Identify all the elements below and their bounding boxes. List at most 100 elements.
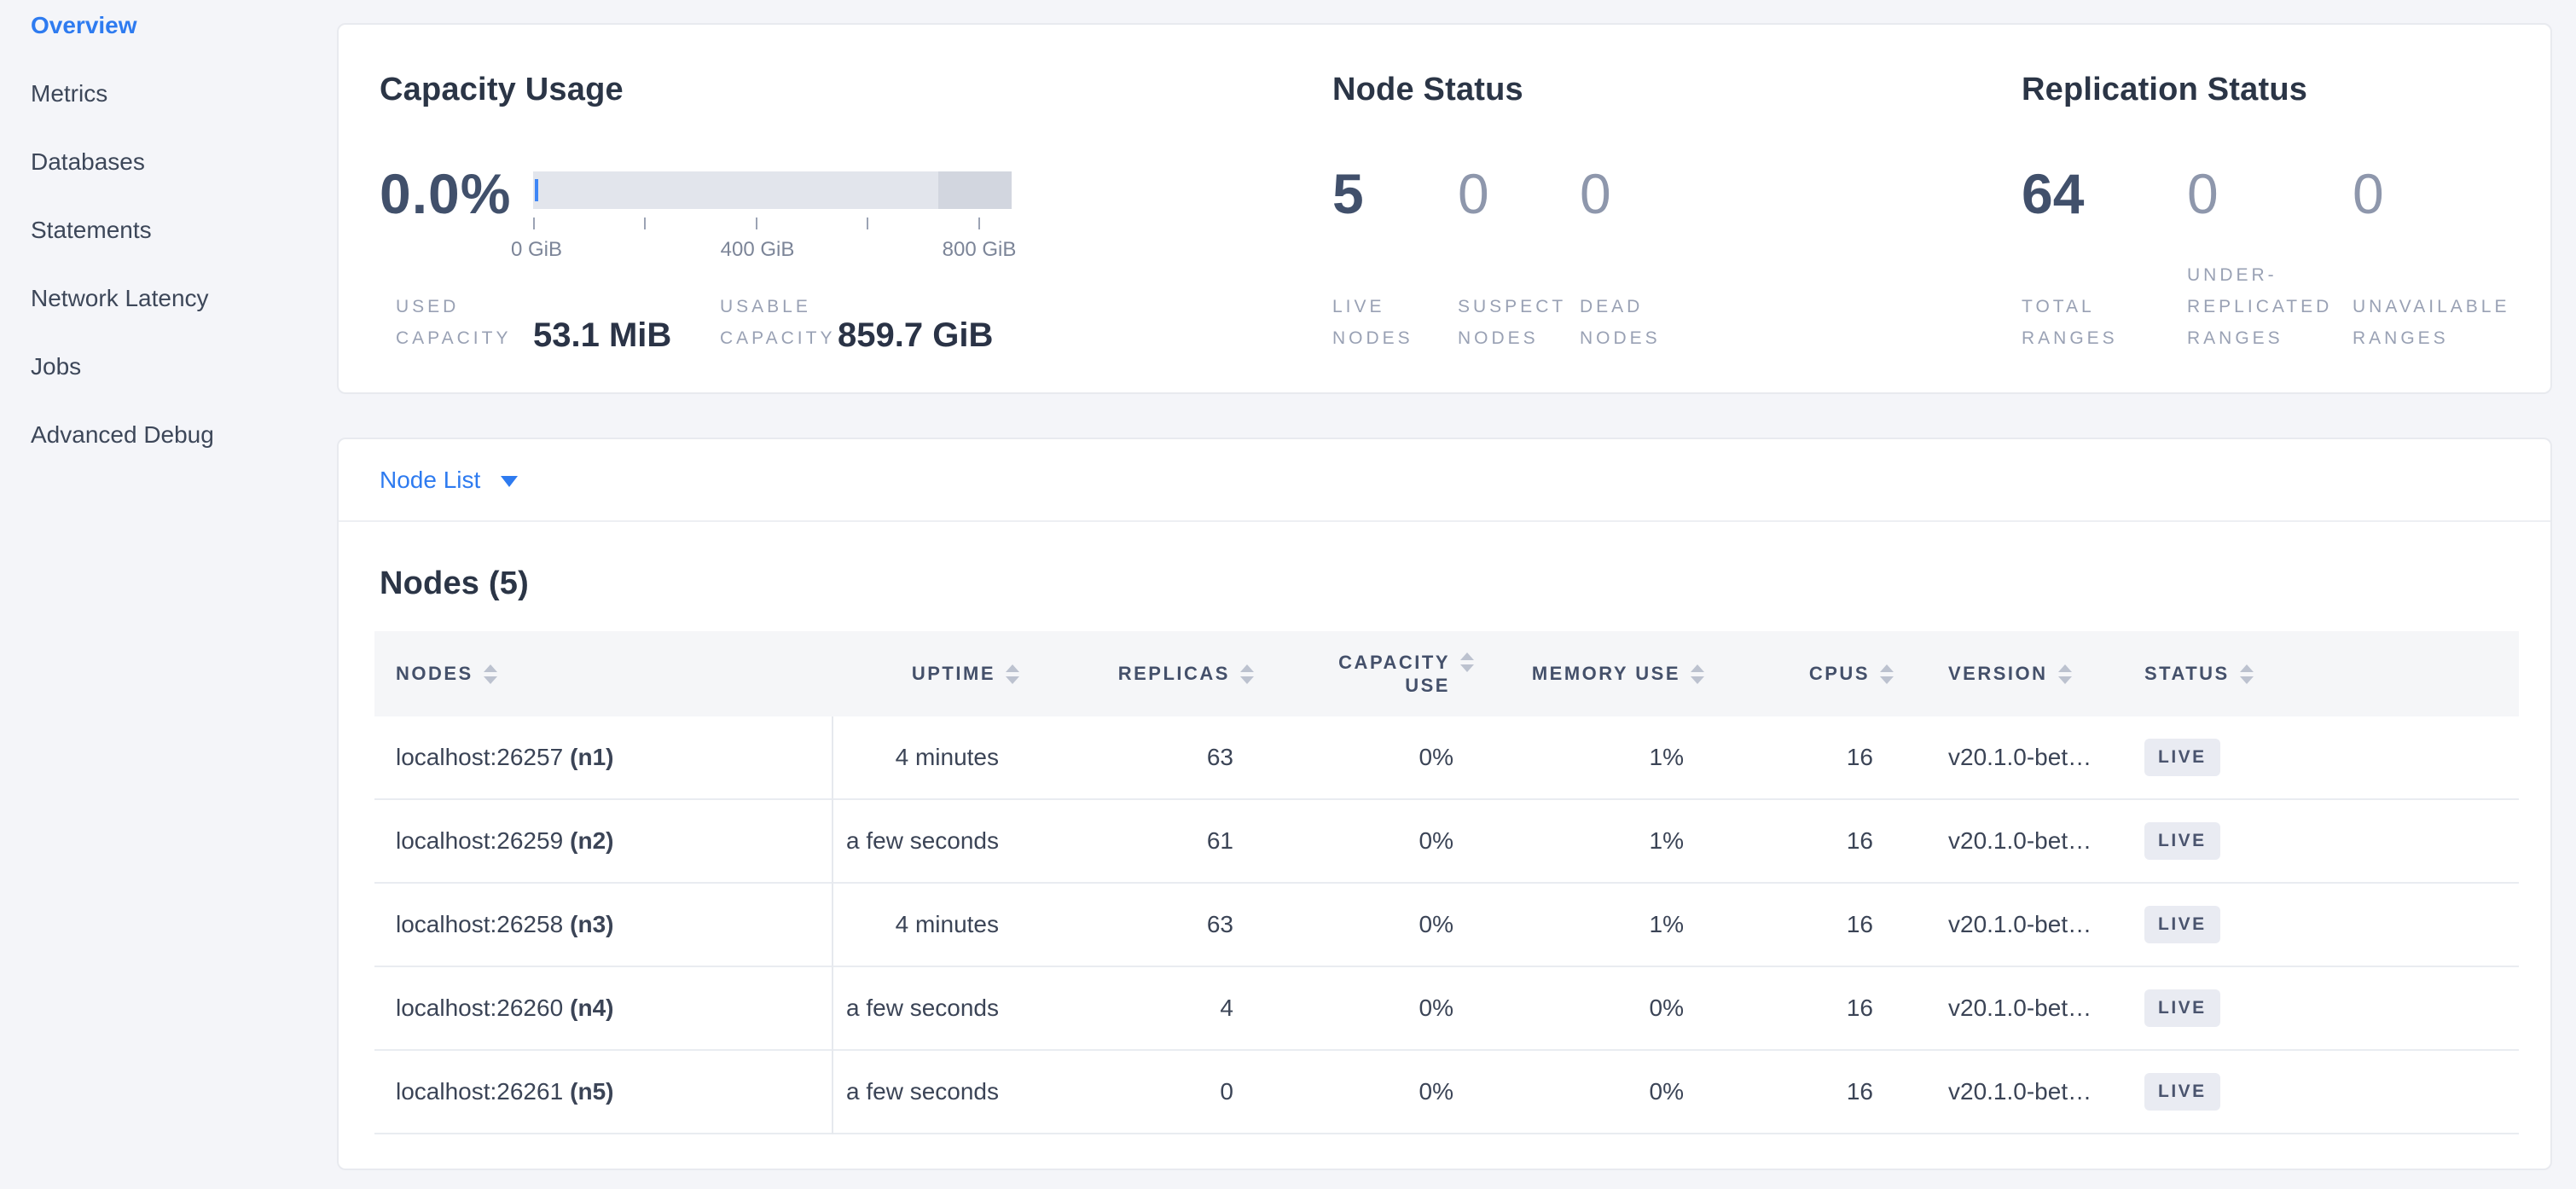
column-header-cpus[interactable]: CPUS [1704, 631, 1894, 716]
column-header-capacity-use[interactable]: CAPACITY USE [1254, 631, 1474, 716]
replicas-cell: 63 [1019, 744, 1254, 771]
column-header-memory-use[interactable]: MEMORY USE [1474, 631, 1704, 716]
node-list-selector-row: Node List [339, 439, 2550, 522]
status-badge: LIVE [2144, 822, 2220, 860]
replication-status-title: Replication Status [2022, 72, 2307, 108]
suspect-nodes-count: 0 [1458, 161, 1489, 226]
uptime-cell: a few seconds [832, 827, 1019, 855]
sidebar-item-metrics[interactable]: Metrics [0, 60, 334, 128]
capacity-usage-bar [533, 171, 1012, 209]
node-list-card: Node List Nodes (5) NODES UPTIME REPLICA… [337, 438, 2552, 1170]
column-header-status[interactable]: STATUS [2132, 631, 2519, 716]
column-header-replicas[interactable]: REPLICAS [1019, 631, 1254, 716]
status-cell: LIVE [2132, 1073, 2519, 1111]
live-nodes-count: 5 [1332, 161, 1364, 226]
column-header-version[interactable]: VERSION [1894, 631, 2132, 716]
sort-icon [2240, 664, 2254, 684]
used-capacity-value: 53.1 MiB [533, 316, 671, 355]
column-header-label: VERSION [1948, 663, 2048, 685]
axis-tick [756, 218, 757, 229]
sort-icon [1240, 664, 1254, 684]
sidebar-item-jobs[interactable]: Jobs [0, 333, 334, 401]
usable-capacity-label: USABLE CAPACITY [720, 291, 835, 354]
status-badge: LIVE [2144, 1073, 2220, 1111]
uptime-cell: 4 minutes [832, 744, 1019, 771]
live-nodes-label: LIVE NODES [1332, 291, 1413, 354]
sidebar-item-statements[interactable]: Statements [0, 196, 334, 264]
capacity-use-cell: 0% [1254, 827, 1474, 855]
memory-use-cell: 0% [1474, 995, 1704, 1022]
sort-icon [1006, 664, 1019, 684]
status-cell: LIVE [2132, 822, 2519, 860]
axis-tick [978, 218, 980, 229]
sidebar-item-databases[interactable]: Databases [0, 128, 334, 196]
table-row[interactable]: localhost:26257(n1) 4 minutes 63 0% 1% 1… [374, 716, 2519, 800]
column-header-label: REPLICAS [1118, 663, 1230, 685]
chevron-down-icon [501, 476, 518, 487]
sort-icon [2058, 664, 2072, 684]
version-cell: v20.1.0-bet… [1894, 1078, 2132, 1105]
table-row[interactable]: localhost:26261(n5) a few seconds 0 0% 0… [374, 1051, 2519, 1134]
cpus-cell: 16 [1704, 995, 1894, 1022]
nodes-column-divider [832, 716, 833, 1134]
column-header-label: CPUS [1809, 663, 1870, 685]
capacity-use-cell: 0% [1254, 744, 1474, 771]
sidebar-item-overview[interactable]: Overview [0, 0, 334, 60]
sort-icon [1691, 664, 1704, 684]
axis-tick-label: 0 GiB [511, 238, 562, 262]
column-header-label: CAPACITY USE [1338, 651, 1450, 697]
dead-nodes-label: DEAD NODES [1580, 291, 1661, 354]
column-header-uptime[interactable]: UPTIME [832, 631, 1019, 716]
under-replicated-ranges-label: UNDER- REPLICATED RANGES [2187, 259, 2332, 354]
column-header-label: MEMORY USE [1532, 663, 1680, 685]
replicas-cell: 0 [1019, 1078, 1254, 1105]
table-row[interactable]: localhost:26258(n3) 4 minutes 63 0% 1% 1… [374, 884, 2519, 967]
replicas-cell: 4 [1019, 995, 1254, 1022]
memory-use-cell: 1% [1474, 744, 1704, 771]
capacity-used-percent: 0.0% [380, 161, 511, 226]
capacity-use-cell: 0% [1254, 911, 1474, 938]
sidebar-item-network-latency[interactable]: Network Latency [0, 264, 334, 333]
version-cell: v20.1.0-bet… [1894, 744, 2132, 771]
table-row[interactable]: localhost:26260(n4) a few seconds 4 0% 0… [374, 967, 2519, 1051]
node-status-title: Node Status [1332, 72, 1523, 108]
status-badge: LIVE [2144, 906, 2220, 943]
axis-tick [533, 218, 535, 229]
memory-use-cell: 0% [1474, 1078, 1704, 1105]
table-row[interactable]: localhost:26259(n2) a few seconds 61 0% … [374, 800, 2519, 884]
axis-tick [867, 218, 868, 229]
column-header-label: UPTIME [912, 663, 995, 685]
version-cell: v20.1.0-bet… [1894, 995, 2132, 1022]
sort-icon [484, 664, 497, 684]
column-header-nodes[interactable]: NODES [374, 631, 832, 716]
sort-icon [1460, 652, 1474, 672]
column-header-label: NODES [396, 663, 473, 685]
memory-use-cell: 1% [1474, 911, 1704, 938]
capacity-usage-title: Capacity Usage [380, 72, 624, 108]
under-replicated-ranges-count: 0 [2187, 161, 2219, 226]
unavailable-ranges-label: UNAVAILABLE RANGES [2353, 291, 2509, 354]
sort-icon [1880, 664, 1894, 684]
dead-nodes-count: 0 [1580, 161, 1611, 226]
replicas-cell: 61 [1019, 827, 1254, 855]
status-cell: LIVE [2132, 906, 2519, 943]
capacity-bar-reserved-segment [938, 171, 1012, 209]
sidebar-item-advanced-debug[interactable]: Advanced Debug [0, 401, 334, 469]
node-list-dropdown[interactable]: Node List [380, 467, 518, 494]
total-ranges-label: TOTAL RANGES [2022, 291, 2118, 354]
status-badge: LIVE [2144, 739, 2220, 776]
capacity-use-cell: 0% [1254, 1078, 1474, 1105]
node-address-cell: localhost:26258(n3) [374, 911, 832, 938]
nodes-heading: Nodes (5) [380, 566, 529, 602]
total-ranges-count: 64 [2022, 161, 2084, 226]
cpus-cell: 16 [1704, 827, 1894, 855]
nodes-table-header: NODES UPTIME REPLICAS CAPACITY USE MEMOR… [374, 631, 2519, 716]
unavailable-ranges-count: 0 [2353, 161, 2384, 226]
cluster-summary-card: Capacity Usage 0.0% 0 GiB 400 GiB 800 Gi… [337, 23, 2552, 394]
suspect-nodes-label: SUSPECT NODES [1458, 291, 1566, 354]
sidebar: Overview Metrics Databases Statements Ne… [0, 0, 334, 469]
node-address-cell: localhost:26260(n4) [374, 995, 832, 1022]
uptime-cell: a few seconds [832, 1078, 1019, 1105]
axis-tick [644, 218, 646, 229]
status-cell: LIVE [2132, 989, 2519, 1027]
